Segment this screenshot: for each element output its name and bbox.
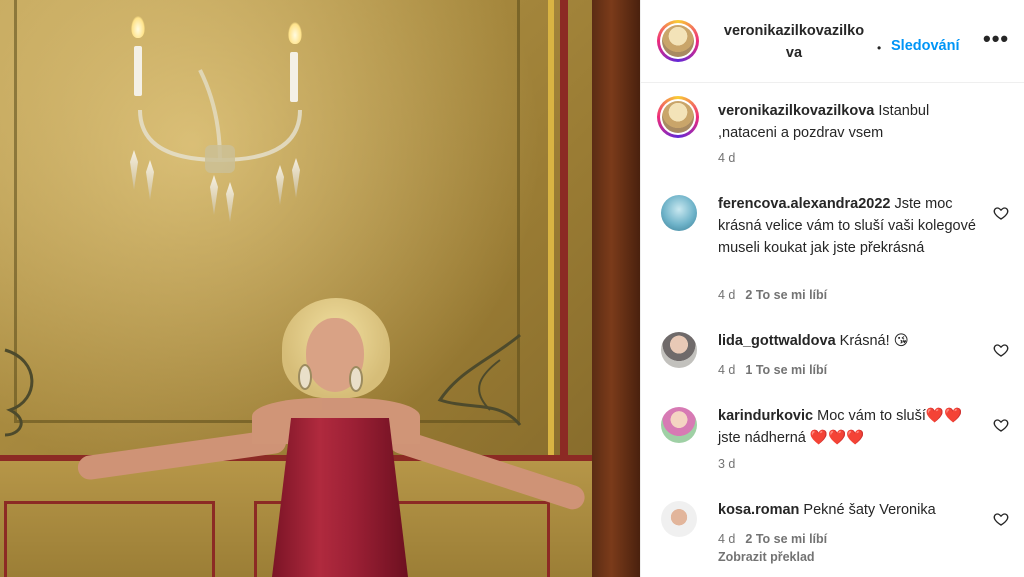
earring-left [298, 364, 312, 390]
post-photo[interactable] [0, 0, 640, 577]
comment-time[interactable]: 4 d [718, 288, 735, 302]
comment-text: lida_gottwaldova Krásná! 😘 [718, 333, 909, 349]
like-heart-icon[interactable] [993, 342, 1009, 358]
comment-username[interactable]: karindurkovic [718, 408, 813, 424]
caption-text: veronikazilkovazilkova Istanbul ,natacen… [718, 103, 930, 141]
red-dress [272, 418, 408, 577]
like-heart-icon[interactable] [993, 205, 1009, 221]
caption-meta: 4 d [718, 151, 735, 165]
comment-meta: 4 d 2 To se mi líbí [718, 288, 827, 302]
more-options-icon[interactable]: ••• [983, 26, 1009, 52]
follow-button[interactable]: Sledování [891, 38, 960, 54]
comment-text: ferencova.alexandra2022 Jste moc krásná … [718, 196, 976, 256]
gold-trim [548, 0, 554, 460]
commenter-avatar[interactable] [661, 407, 697, 443]
comment-username[interactable]: lida_gottwaldova [718, 333, 836, 349]
chandelier-arms [138, 69, 302, 173]
comment-time[interactable]: 3 d [718, 457, 735, 471]
lower-panel [4, 501, 215, 577]
comment-text: karindurkovic Moc vám to sluší❤️❤️ jste … [718, 408, 963, 446]
post-header: veronikazilkovazilko va • Sledování ••• [641, 0, 1024, 83]
comment-meta: 4 d 1 To se mi líbí [718, 363, 827, 377]
author-avatar[interactable] [657, 20, 699, 62]
hearts-emoji: ❤️❤️❤️ [809, 430, 865, 446]
comment-username[interactable]: ferencova.alexandra2022 [718, 196, 891, 212]
comment-meta: 3 d [718, 457, 735, 471]
comment-likes[interactable]: 2 To se mi líbí [745, 288, 827, 302]
wall-ornament-left [4, 348, 34, 437]
flame-right [288, 22, 302, 44]
heart-emoji: ❤️ [925, 408, 944, 424]
caption-author-avatar[interactable] [657, 96, 699, 138]
red-trim [560, 0, 568, 460]
comment-time[interactable]: 4 d [718, 363, 735, 377]
comment-time[interactable]: 4 d [718, 532, 735, 546]
caption-username[interactable]: veronikazilkovazilkova [718, 103, 874, 119]
commenter-avatar[interactable] [661, 195, 697, 231]
earring-right [349, 366, 363, 392]
like-heart-icon[interactable] [993, 511, 1009, 527]
comment-meta: 4 d 2 To se mi líbí [718, 532, 827, 546]
show-translation-link[interactable]: Zobrazit překlad [718, 550, 815, 564]
wooden-door [592, 0, 640, 577]
heart-emoji: ❤️ [943, 408, 963, 424]
separator-dot: • [877, 41, 882, 55]
comment-username[interactable]: kosa.roman [718, 502, 799, 518]
comments-sidebar: veronikazilkovazilko va • Sledování ••• … [640, 0, 1024, 577]
flame-left [131, 16, 145, 38]
like-heart-icon[interactable] [993, 417, 1009, 433]
wall-ornament-right [437, 333, 522, 426]
comment-likes[interactable]: 2 To se mi líbí [745, 532, 827, 546]
comment-text: kosa.roman Pekné šaty Veronika [718, 502, 936, 518]
commenter-avatar[interactable] [661, 501, 697, 537]
comment-likes[interactable]: 1 To se mi líbí [745, 363, 827, 377]
commenter-avatar[interactable] [661, 332, 697, 368]
kiss-emoji: 😘 [893, 333, 909, 349]
caption-time[interactable]: 4 d [718, 151, 735, 165]
author-username[interactable]: veronikazilkovazilko va [718, 20, 870, 64]
